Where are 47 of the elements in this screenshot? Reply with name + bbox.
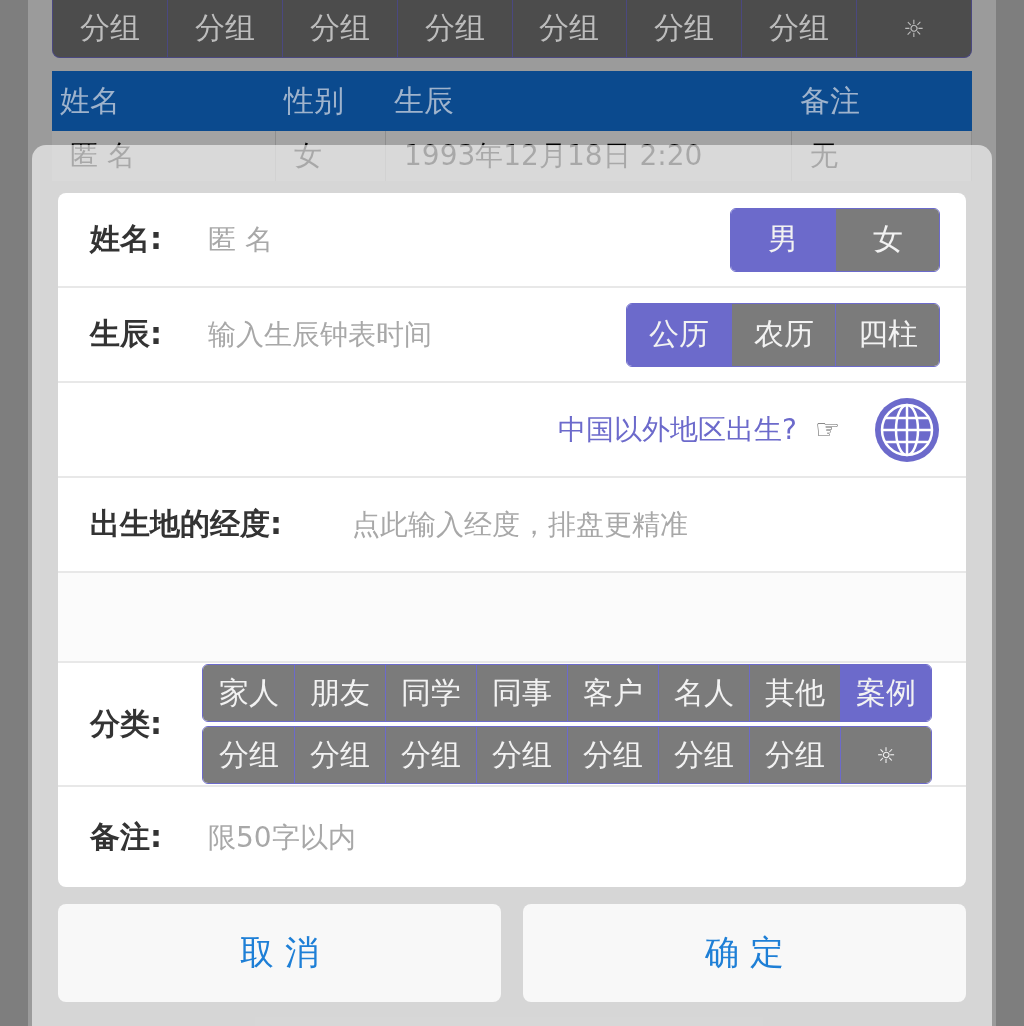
confirm-button[interactable]: 确 定 — [523, 904, 966, 1002]
calendar-option[interactable]: 公历 — [627, 303, 731, 366]
group-button[interactable]: 分组 — [627, 0, 743, 57]
field-label: 生辰: — [90, 315, 163, 353]
group-option[interactable]: 分组 — [476, 727, 567, 783]
category-option[interactable]: 案例 — [840, 665, 931, 721]
pointing-hand-icon: ☞ — [814, 413, 840, 446]
field-label: 分类: — [90, 704, 163, 743]
birth-time-field[interactable]: 输入生辰钟表时间 — [208, 318, 626, 351]
group-button[interactable]: 分组 — [742, 0, 858, 57]
column-header: 生辰 — [393, 81, 455, 120]
gender-option[interactable]: 男 — [731, 208, 835, 271]
group-option[interactable]: 分组 — [749, 727, 840, 783]
group-button[interactable]: 分组 — [397, 0, 513, 57]
group-option[interactable]: 分组 — [203, 727, 294, 783]
group-button[interactable]: 分组 — [167, 0, 283, 57]
column-header: 姓名 — [59, 81, 121, 120]
calendar-option[interactable]: 四柱 — [835, 303, 939, 366]
column-header: 性别 — [282, 81, 345, 120]
category-option[interactable]: 家人 — [203, 665, 294, 721]
category-option[interactable]: 其他 — [749, 665, 840, 721]
group-button[interactable]: 分组 — [53, 0, 168, 57]
abroad-birth-link[interactable]: 中国以外地区出生? — [558, 410, 797, 449]
field-label: 出生地的经度: — [90, 505, 283, 543]
gender-option[interactable]: 女 — [835, 208, 939, 271]
field-label: 姓名: — [90, 220, 163, 258]
group-button[interactable]: 分组 — [282, 0, 398, 57]
calendar-option[interactable]: 农历 — [731, 303, 835, 366]
field-label: 备注: — [90, 817, 163, 856]
category-option[interactable]: 朋友 — [294, 665, 385, 721]
category-option[interactable]: 客户 — [567, 665, 658, 721]
column-header: 备注 — [799, 81, 861, 120]
longitude-field[interactable]: 点此输入经度，排盘更精准 — [352, 508, 940, 541]
group-option[interactable]: 分组 — [294, 727, 385, 783]
group-option[interactable]: 分组 — [658, 727, 749, 783]
category-option[interactable]: 同学 — [385, 665, 476, 721]
category-option[interactable]: 名人 — [658, 665, 749, 721]
group-option[interactable]: 分组 — [567, 727, 658, 783]
group-option[interactable]: ☼ — [840, 727, 931, 783]
name-field[interactable]: 匿 名 — [208, 223, 730, 256]
group-button[interactable]: 分组 — [512, 0, 628, 57]
category-option[interactable]: 同事 — [476, 665, 567, 721]
group-option[interactable]: 分组 — [385, 727, 476, 783]
cancel-button[interactable]: 取 消 — [58, 904, 501, 1002]
group-button[interactable]: ☼ — [857, 0, 971, 57]
note-field[interactable]: 限50字以内 — [208, 820, 940, 854]
globe-icon[interactable] — [874, 396, 940, 463]
